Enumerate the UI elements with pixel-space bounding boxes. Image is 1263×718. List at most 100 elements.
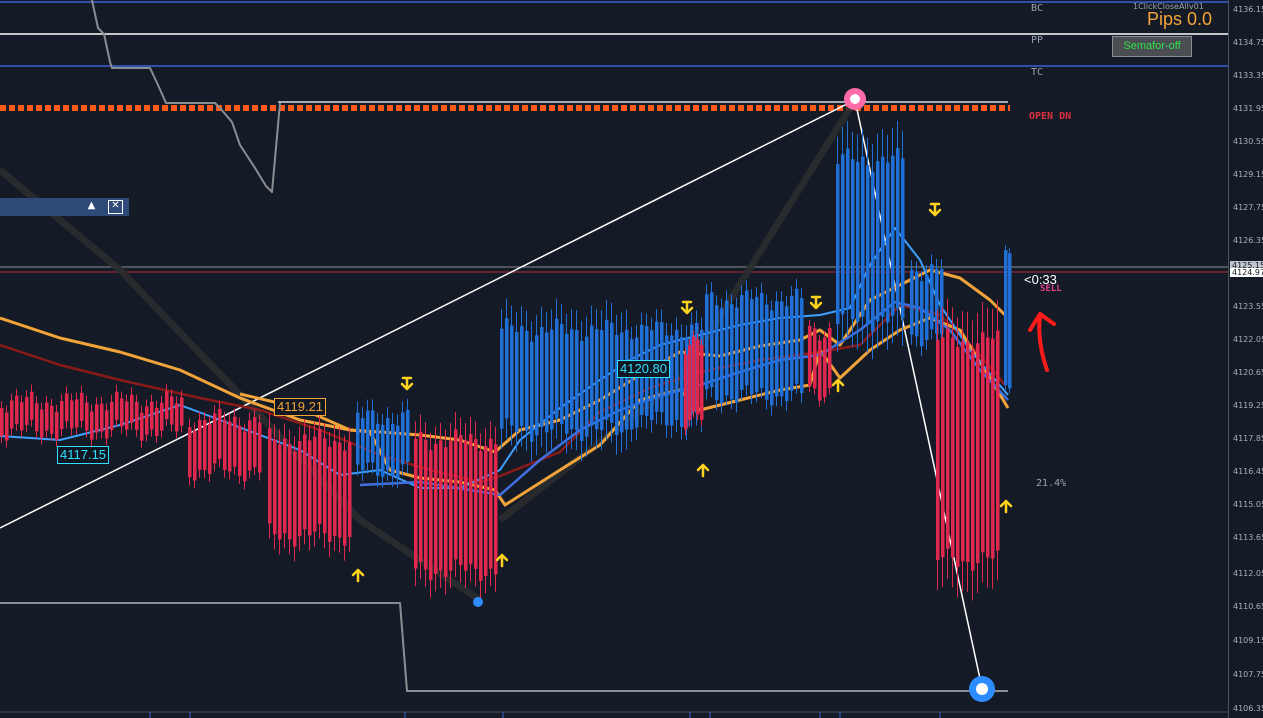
candle-body [233,416,237,467]
axis-tick: 4133.35 [1233,71,1263,80]
price-chart[interactable] [0,0,1228,718]
candle-body [770,310,774,406]
axis-tick: 4112.05 [1233,569,1263,578]
candle-body [823,337,827,398]
axis-tick: 4136.15 [1233,5,1263,14]
candle-body [110,401,114,430]
arrow-up-icon [696,463,710,478]
axis-tick: 4134.75 [1233,38,1263,47]
candle-body [680,337,684,428]
trading-chart-window: ▲ ✕ 1ClickCloseAllv01 Pips 0.0 Semafor-o… [0,0,1263,718]
candle-body [510,325,514,426]
arrow-down-icon [680,300,694,315]
candle-body [856,161,860,322]
candle-body [248,420,252,471]
candle-body [915,271,919,337]
lower-envelope-line [239,316,1010,507]
candle-body [530,341,534,442]
candle-body [600,330,604,431]
candle-body [140,412,144,441]
candle-body [780,301,784,397]
candle-body [886,162,890,323]
candle-body [145,406,149,435]
arrow-up-icon [495,553,509,568]
candle-body [535,335,539,436]
candle-body [876,161,880,322]
collapse-up-icon[interactable]: ▲ [85,200,98,212]
candle-body [891,155,895,316]
annotation-arrow-icon [1028,312,1056,372]
candle-body [920,281,924,347]
candle-body [376,423,380,476]
candle-body [956,346,960,567]
candle-body [95,404,99,433]
candle-body [595,329,599,430]
candle-body [828,328,832,389]
axis-tick: 4129.15 [1233,170,1263,179]
candle-body [386,418,390,471]
open-dn-label: OPEN DN [1029,111,1072,122]
arrow-down-icon [809,295,823,310]
candle-body [65,393,69,422]
candle-body [790,295,794,391]
candle-body [165,390,169,419]
axis-tick: 4106.35 [1233,704,1263,713]
session-low-line [0,602,1008,692]
candle-body [560,323,564,424]
pips-readout: Pips 0.0 [1147,9,1213,29]
candle-body [303,434,307,530]
candle-body [348,442,352,538]
candle-body [100,403,104,432]
candle-body [50,405,54,434]
axis-tick: 4107.75 [1233,670,1263,679]
candle-body [590,325,594,426]
candle-body [444,447,448,578]
candle-body [550,329,554,430]
candle-body [130,394,134,423]
axis-tick: 4109.15 [1233,636,1263,645]
candle-body [896,148,900,309]
candle-body [986,337,990,558]
candle-body [10,400,14,429]
candle-body [213,413,217,464]
close-icon[interactable]: ✕ [108,200,123,214]
candle-body [223,419,227,470]
candle-body [585,336,589,437]
semafor-low-dot [976,683,988,695]
candle-body [800,298,804,394]
candle-body [684,354,688,430]
candle-body [996,330,1000,551]
candle-body [293,451,297,547]
arrow-down-icon [928,202,942,217]
arrow-down-icon [400,376,414,391]
candle-body [575,330,579,431]
candle-body [610,322,614,423]
candle-body [750,299,754,395]
candle-body [946,328,950,549]
candle-body [775,301,779,397]
candle-body [500,328,504,429]
price-axis[interactable]: 4136.15 4134.75 4133.35 4131.95 4130.55 … [1228,0,1263,718]
candle-body [785,306,789,402]
candle-body [333,440,337,536]
candle-body [288,444,292,540]
candle-body [469,434,473,565]
candle-body [449,440,453,571]
candle-body [464,440,468,571]
candle-body [961,341,965,562]
candle-body [688,345,692,421]
candle-body [55,411,59,440]
candle-body [105,410,109,439]
candle-body [85,402,89,431]
candle-body [208,424,212,475]
pivot-label-tc: TC [1031,67,1044,78]
candle-body [414,438,418,569]
semafor-toggle-button[interactable]: Semafor-off [1112,36,1192,57]
candle-body [406,409,410,462]
candle-body [730,304,734,400]
candle-body [243,431,247,482]
candle-body [313,436,317,532]
candle-body [494,444,498,575]
candle-body [90,411,94,440]
candle-body [35,403,39,432]
